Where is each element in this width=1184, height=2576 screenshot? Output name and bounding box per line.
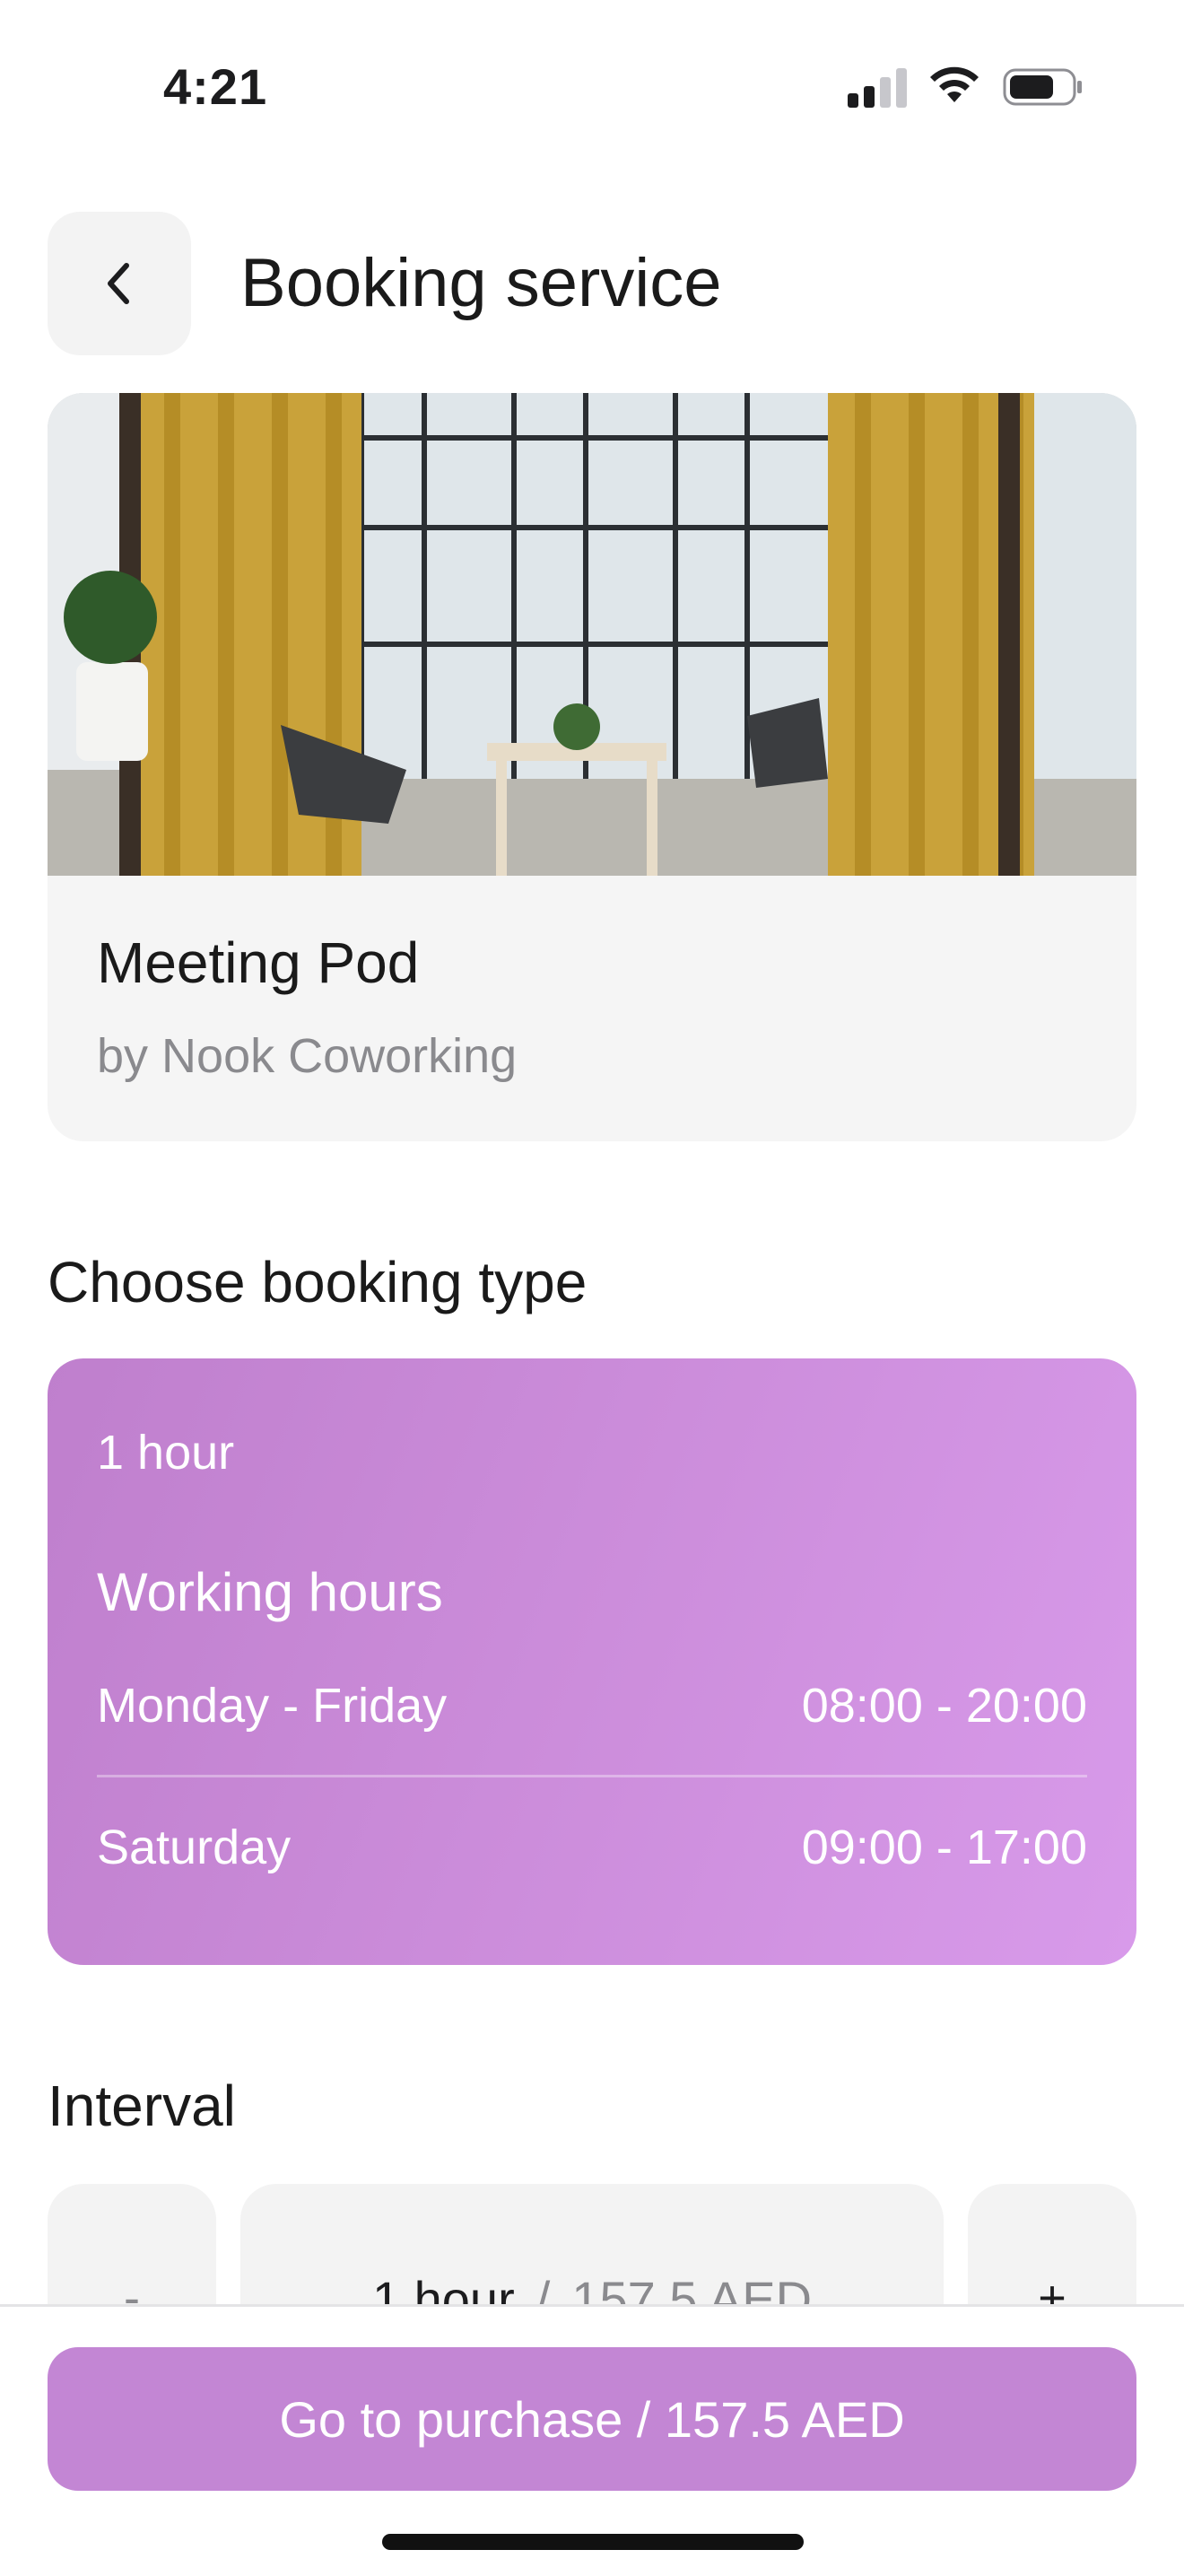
service-photo <box>48 393 1136 876</box>
service-provider: by Nook Coworking <box>97 1029 518 1083</box>
service-card[interactable]: Meeting Pod by Nook Coworking <box>48 393 1136 1141</box>
schedule-time: 09:00 - 17:00 <box>801 1821 1087 1874</box>
service-name: Meeting Pod <box>97 930 420 995</box>
divider <box>97 1775 1087 1777</box>
cellular-signal-icon <box>848 66 910 108</box>
booking-type-option[interactable]: 1 hour Working hours Monday - Friday 08:… <box>48 1358 1136 1965</box>
interval-heading: Interval <box>48 2074 236 2138</box>
schedule-row: Saturday 09:00 - 17:00 <box>97 1820 1087 1882</box>
schedule-row: Monday - Friday 08:00 - 20:00 <box>97 1678 1087 1741</box>
booking-duration: 1 hour <box>97 1426 235 1480</box>
booking-type-heading: Choose booking type <box>48 1250 588 1314</box>
chevron-left-icon <box>108 263 129 304</box>
schedule-days: Monday - Friday <box>97 1679 448 1733</box>
battery-icon <box>1003 68 1082 106</box>
working-hours-title: Working hours <box>97 1562 443 1622</box>
home-indicator <box>382 2534 804 2550</box>
schedule-days: Saturday <box>97 1821 292 1874</box>
go-to-purchase-button[interactable]: Go to purchase / 157.5 AED <box>48 2347 1136 2491</box>
schedule-time: 08:00 - 20:00 <box>801 1679 1087 1733</box>
back-button[interactable] <box>48 212 191 355</box>
wifi-icon <box>930 66 979 102</box>
status-time: 4:21 <box>163 58 268 115</box>
page-title: Booking service <box>240 245 722 321</box>
